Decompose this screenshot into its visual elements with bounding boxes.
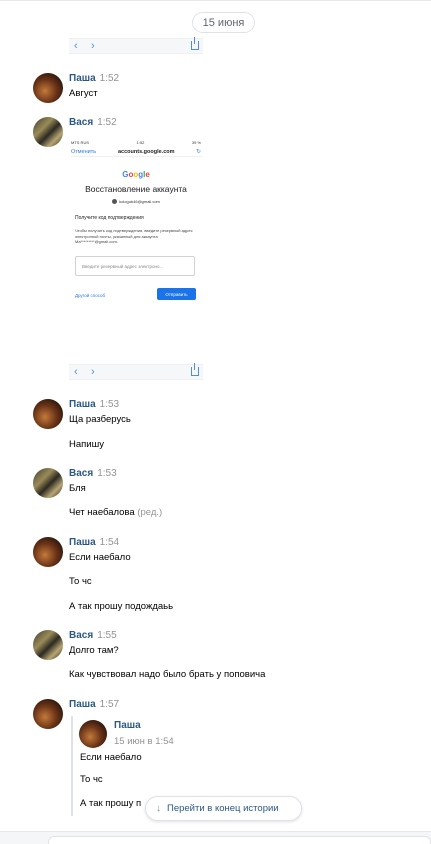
message-header: Паша 1:52	[69, 73, 119, 84]
message-time[interactable]: 1:52	[100, 73, 119, 84]
attachment-toolbar: ‹ ›	[69, 363, 203, 380]
message-input[interactable]	[48, 836, 431, 844]
email-field: Введите резервный адрес электроно...	[75, 256, 195, 276]
phone-status-bar: MTS RUS 1:52 39 %	[71, 140, 201, 145]
message-time[interactable]: 1:57	[100, 699, 119, 710]
avatar[interactable]	[33, 537, 63, 567]
arrow-down-icon: ↓	[156, 803, 161, 814]
message-text: Как чувствовал надо было брать у попович…	[69, 669, 266, 680]
url-text: accounts.google.com	[117, 149, 175, 155]
forwarded-author[interactable]: Паша	[114, 720, 141, 731]
message-text: Долго там?	[69, 645, 119, 656]
send-button: Отправить	[157, 288, 196, 300]
forwarded-time[interactable]: 15 июн в 1:54	[114, 736, 174, 747]
avatar[interactable]	[33, 117, 63, 147]
message-header: Вася 1:53	[69, 468, 117, 479]
message-time[interactable]: 1:53	[100, 399, 119, 410]
attachment-toolbar-top: ‹ ›	[69, 37, 203, 54]
jump-to-end-label: Перейти в конец истории	[167, 803, 279, 814]
message-header: Паша 1:53	[69, 399, 119, 410]
author-name[interactable]: Вася	[69, 630, 93, 641]
jump-to-end-button[interactable]: ↓ Перейти в конец истории	[145, 796, 302, 821]
other-method-link: Другой способ	[75, 293, 106, 298]
author-name[interactable]: Вася	[69, 468, 93, 479]
avatar[interactable]	[33, 468, 63, 498]
chevron-right-icon[interactable]: ›	[91, 40, 95, 52]
message-text: Август	[69, 88, 98, 99]
edited-label[interactable]: (ред.)	[137, 507, 162, 518]
google-logo: Google	[122, 170, 150, 179]
author-name[interactable]: Паша	[69, 537, 96, 548]
message-header: Вася 1:55	[69, 630, 117, 641]
battery: 39 %	[191, 140, 201, 145]
message-header: Паша 1:54	[69, 537, 119, 548]
carrier: MTS RUS	[71, 140, 89, 145]
author-name[interactable]: Паша	[69, 73, 96, 84]
avatar[interactable]	[33, 630, 63, 660]
browser-url-bar: Отменить accounts.google.com ↻	[71, 148, 201, 157]
author-name[interactable]: Вася	[69, 117, 93, 128]
account-avatar-icon	[112, 199, 118, 205]
message-time[interactable]: 1:55	[97, 630, 116, 641]
cancel-link: Отменить	[71, 149, 97, 155]
avatar[interactable]	[33, 699, 63, 729]
share-icon[interactable]	[191, 363, 199, 376]
share-icon[interactable]	[191, 37, 199, 50]
author-name[interactable]: Паша	[69, 699, 96, 710]
message-text: Ща разберусь	[69, 414, 131, 425]
chevron-left-icon[interactable]: ‹	[74, 40, 78, 52]
message-text: Бля	[69, 483, 86, 494]
forwarded-text: То чс	[80, 774, 103, 785]
forwarded-text: Если наебало	[80, 752, 142, 763]
subtitle: Получите код подтверждения	[75, 215, 144, 221]
phone-time: 1:52	[136, 140, 145, 145]
top-divider	[0, 0, 431, 1]
avatar[interactable]	[79, 720, 107, 748]
forwarded-text: А так прошу п	[80, 798, 142, 809]
description: Чтобы получить код подтверждения, введит…	[75, 228, 193, 244]
account-email: kologub46@gmail.com	[69, 199, 203, 205]
message-text: Если наебало	[69, 552, 131, 563]
reload-icon: ↻	[196, 149, 201, 155]
message-text: А так прошу подождаьь	[69, 601, 174, 612]
message-header: Паша 1:57	[69, 699, 119, 710]
date-divider: 15 июня	[192, 12, 255, 33]
avatar[interactable]	[33, 73, 63, 103]
message-time[interactable]: 1:52	[97, 117, 116, 128]
avatar[interactable]	[33, 399, 63, 429]
message-header: Вася 1:52	[69, 117, 117, 128]
message-text: Напишу	[69, 439, 104, 450]
page-title: Восстановление аккаунта	[85, 184, 187, 194]
screenshot-attachment[interactable]: MTS RUS 1:52 39 % Отменить accounts.goog…	[69, 138, 203, 366]
author-name[interactable]: Паша	[69, 399, 96, 410]
message-text: Чет наебалова (ред.)	[69, 507, 163, 518]
message-time[interactable]: 1:53	[97, 468, 116, 479]
message-time[interactable]: 1:54	[100, 537, 119, 548]
chevron-right-icon[interactable]: ›	[91, 366, 95, 378]
chevron-left-icon[interactable]: ‹	[74, 366, 78, 378]
message-text: То чс	[69, 576, 92, 587]
